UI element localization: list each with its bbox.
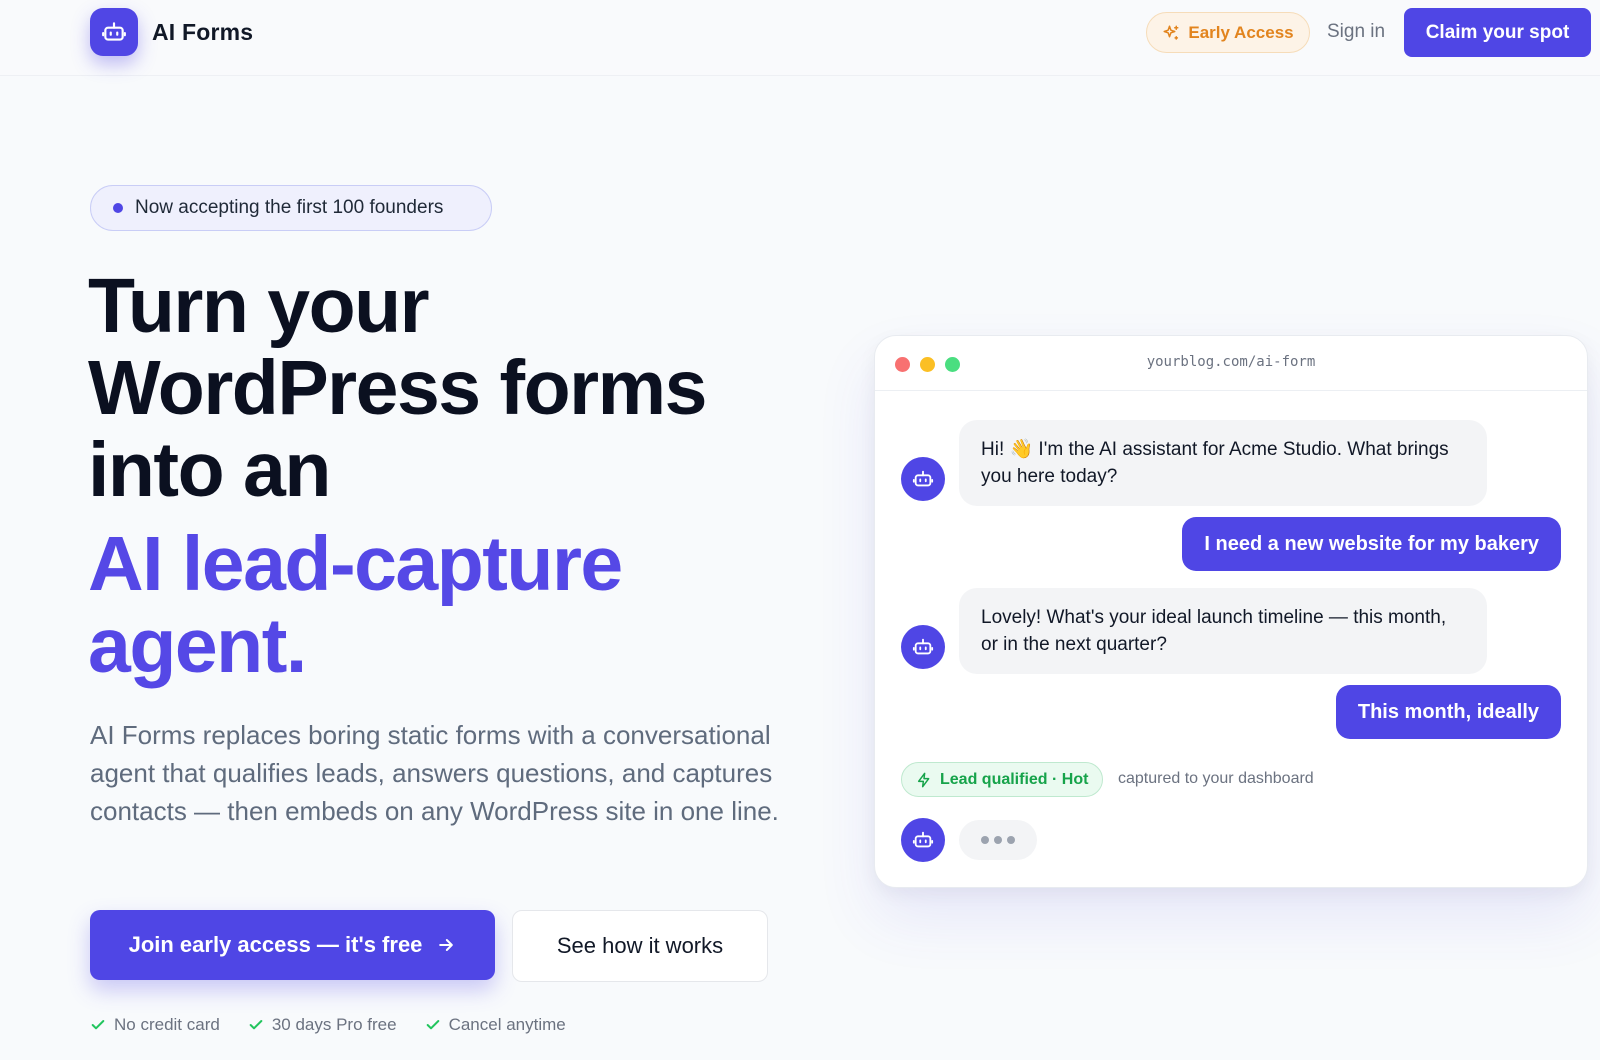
- founders-badge: Now accepting the first 100 founders: [90, 185, 492, 231]
- robot-icon: [912, 831, 934, 848]
- headline-accent-1: AI lead-capture: [88, 521, 623, 607]
- typing-dot: [981, 836, 989, 844]
- sparkle-icon: [1163, 25, 1179, 40]
- perks-list: No credit card 30 days Pro free Cancel a…: [90, 1015, 566, 1035]
- robot-icon: [912, 470, 934, 487]
- see-how-it-works-button[interactable]: See how it works: [512, 910, 768, 982]
- arrow-right-icon: [439, 939, 454, 951]
- bot-message: Lovely! What's your ideal launch timelin…: [959, 588, 1487, 674]
- early-access-label: Early Access: [1188, 22, 1294, 42]
- perk-label: Cancel anytime: [448, 1015, 566, 1034]
- brand-name[interactable]: AI Forms: [152, 19, 253, 46]
- site-header: AI Forms Early Access Sign in Claim your…: [0, 0, 1600, 76]
- headline-line-2: WordPress forms: [88, 345, 707, 431]
- user-message: This month, ideally: [1335, 685, 1561, 739]
- typing-dot: [994, 836, 1002, 844]
- headline-line-3: into an: [88, 427, 331, 513]
- headline-line-1: Turn your: [88, 263, 430, 349]
- browser-bar: yourblog.com/ai-form: [875, 336, 1587, 391]
- headline-accent-2: agent.: [88, 603, 307, 689]
- sign-in-link[interactable]: Sign in: [1327, 21, 1385, 43]
- perk-label: No credit card: [114, 1015, 220, 1034]
- status-dot: [113, 203, 123, 213]
- claim-spot-button[interactable]: Claim your spot: [1404, 8, 1591, 57]
- bolt-icon: [917, 772, 930, 787]
- join-early-access-button[interactable]: Join early access — it's free: [90, 910, 495, 980]
- typing-indicator: [959, 820, 1037, 860]
- bot-message: Hi! 👋 I'm the AI assistant for Acme Stud…: [959, 420, 1487, 506]
- logo-robot-icon[interactable]: [90, 8, 138, 56]
- user-message: I need a new website for my bakery: [1182, 517, 1561, 571]
- perk-item: No credit card: [90, 1015, 220, 1035]
- lead-qualified-badge: Lead qualified · Hot: [901, 762, 1104, 797]
- perk-label: 30 days Pro free: [271, 1015, 397, 1034]
- join-early-access-label: Join early access — it's free: [128, 932, 423, 957]
- perk-item: Cancel anytime: [425, 1015, 566, 1035]
- captured-note: captured to your dashboard: [1118, 770, 1314, 787]
- chat-preview-card: yourblog.com/ai-form Hi! 👋 I'm the AI as…: [874, 335, 1588, 888]
- bot-avatar: [901, 625, 945, 669]
- early-access-badge: Early Access: [1146, 12, 1310, 53]
- robot-icon: [912, 638, 934, 655]
- bot-avatar: [901, 457, 945, 501]
- browser-url: yourblog.com/ai-form: [1146, 354, 1316, 370]
- founders-badge-label: Now accepting the first 100 founders: [135, 197, 444, 218]
- check-icon: [426, 1020, 439, 1030]
- check-icon: [91, 1020, 105, 1030]
- typing-dot: [1007, 836, 1015, 844]
- lead-qualified-label: Lead qualified · Hot: [940, 770, 1089, 788]
- bot-avatar: [901, 818, 945, 862]
- perk-item: 30 days Pro free: [248, 1015, 397, 1035]
- check-icon: [249, 1020, 263, 1030]
- hero-subheadline: AI Forms replaces boring static forms wi…: [90, 720, 779, 826]
